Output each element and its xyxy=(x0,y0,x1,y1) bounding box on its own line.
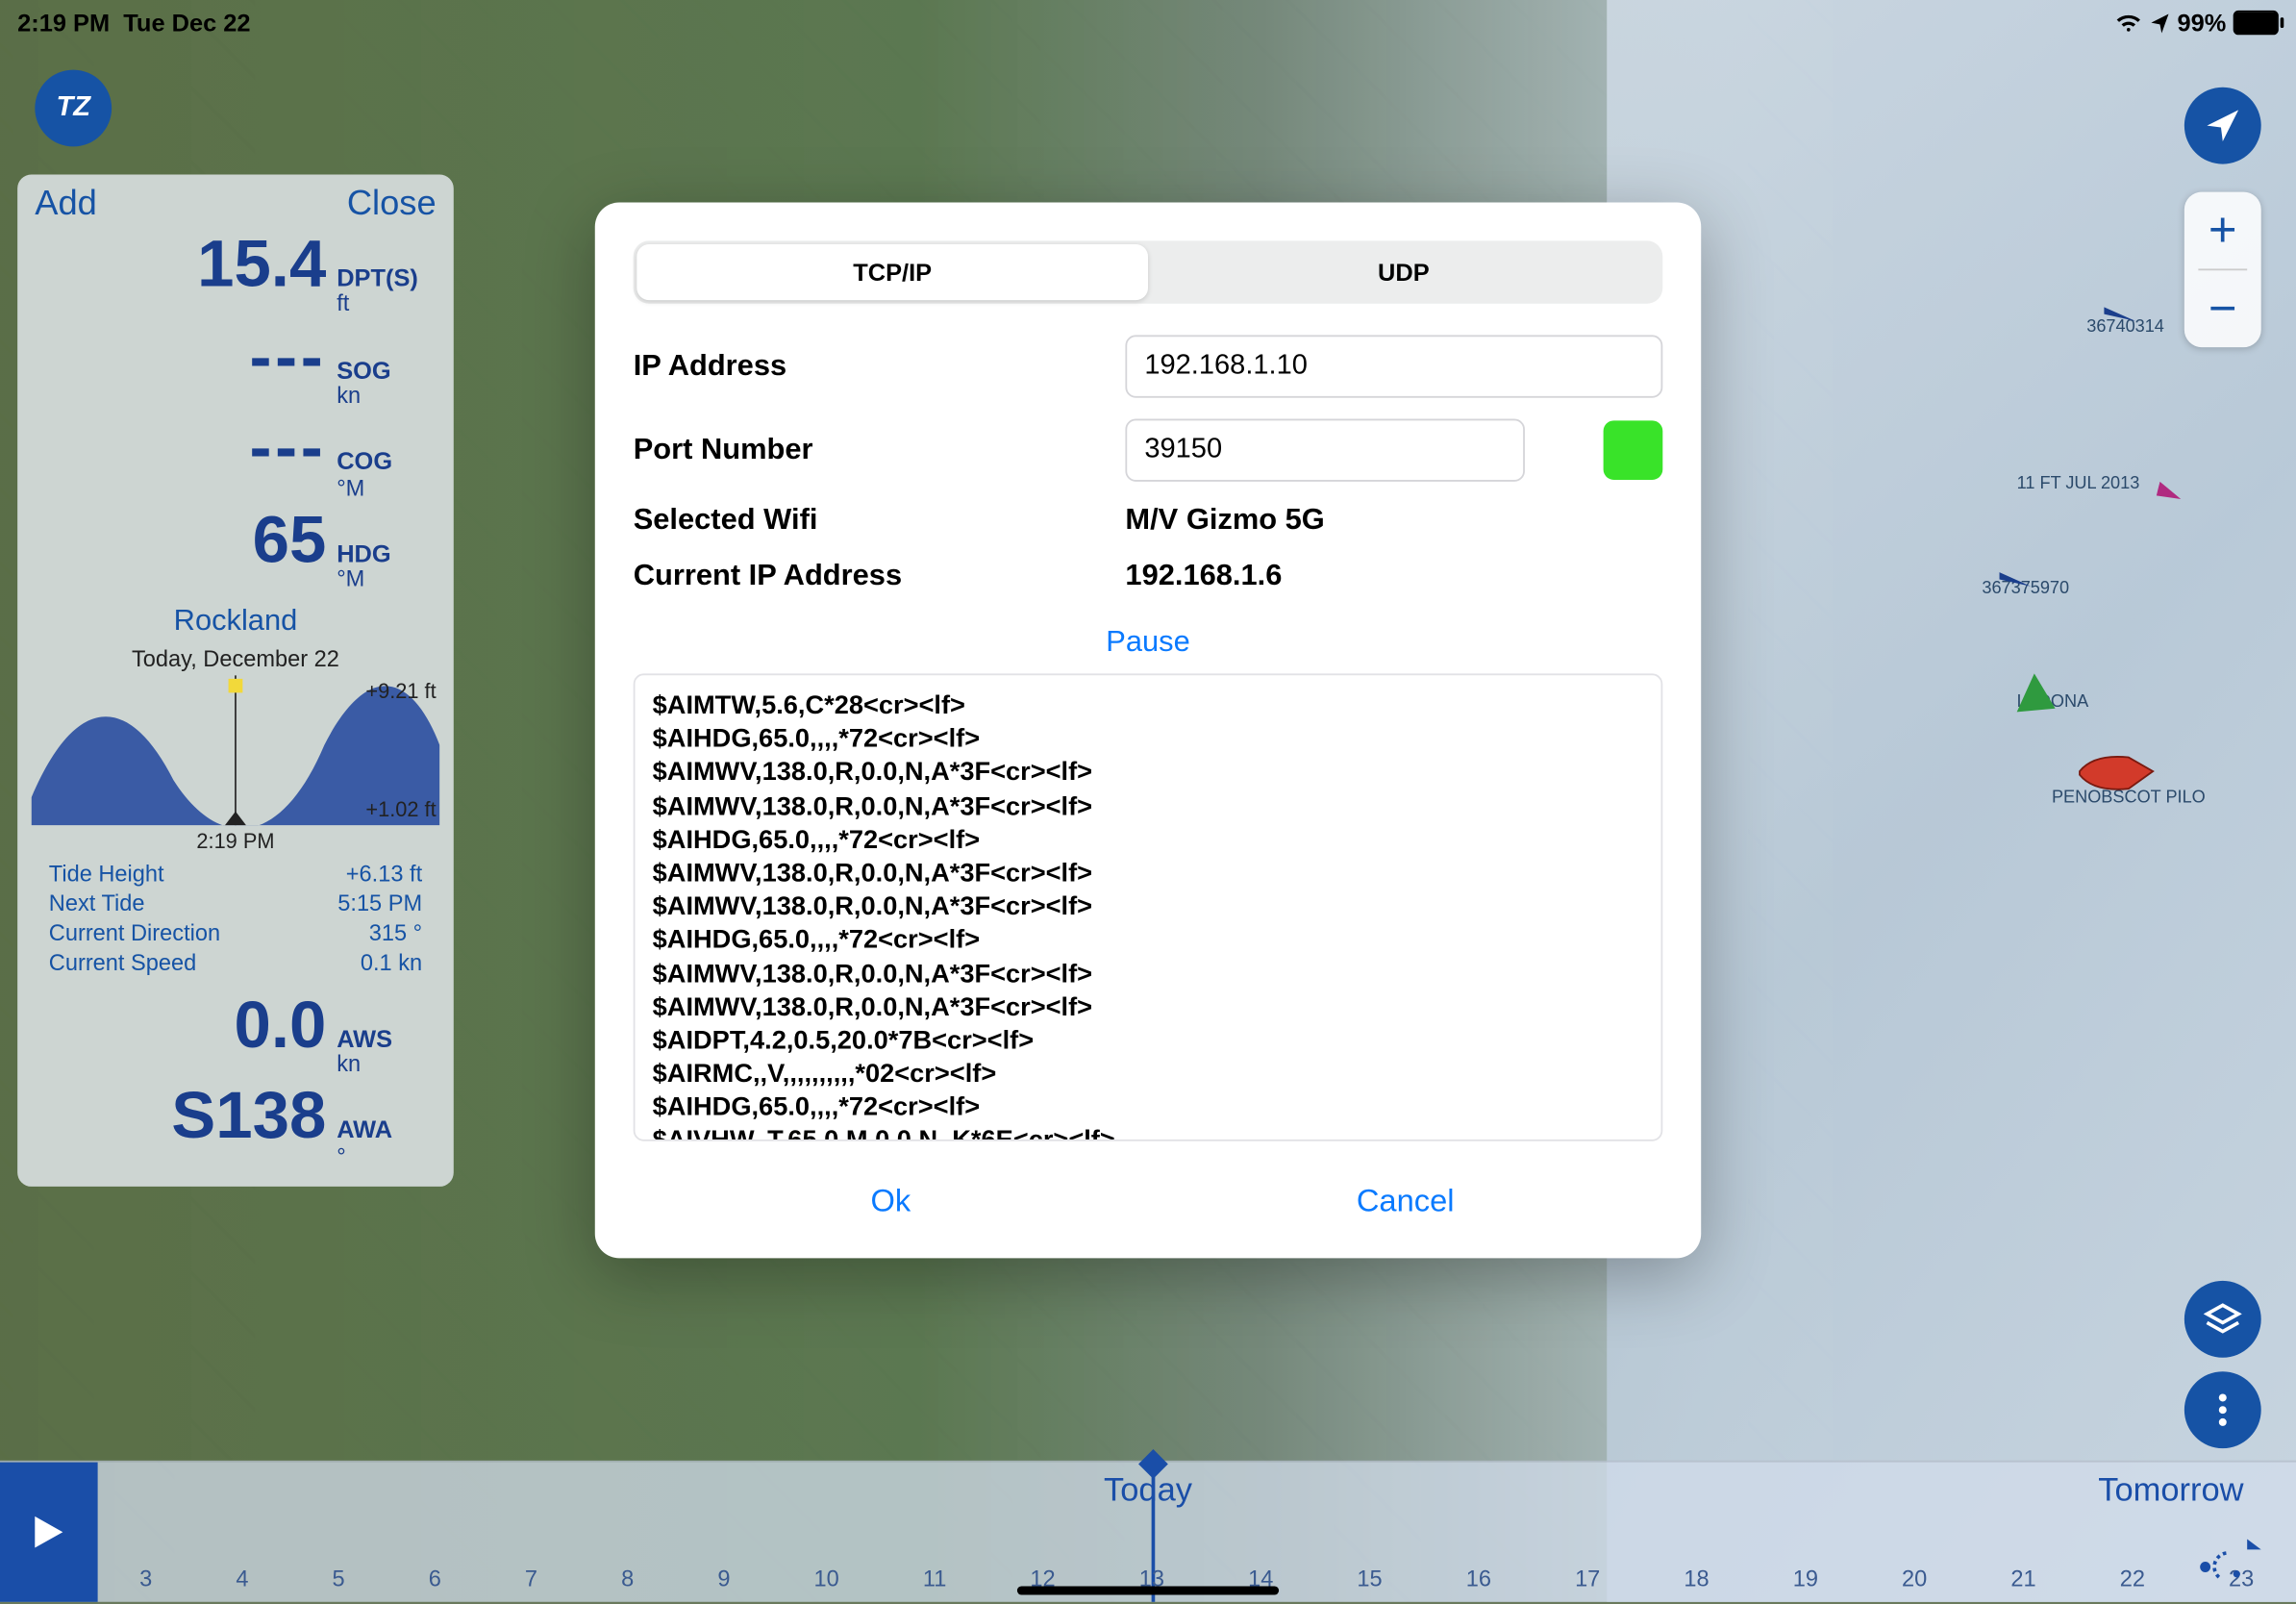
zoom-in-button[interactable]: + xyxy=(2184,192,2261,269)
navdata-awa[interactable]: S138 AWA° xyxy=(17,1077,454,1169)
time-bar[interactable]: Today Tomorrow 3456789101112131415161718… xyxy=(0,1461,2296,1602)
ok-button[interactable]: Ok xyxy=(634,1169,1148,1234)
location-icon xyxy=(2150,13,2171,34)
app-logo[interactable]: TZ xyxy=(35,70,112,147)
connection-dialog: TCP/IP UDP IP Address Port Number Select… xyxy=(595,202,1701,1258)
wifi-icon xyxy=(2114,13,2142,34)
tide-low-label: +1.02 ft xyxy=(365,797,436,821)
navdata-panel: Add Close 15.4 DPT(S)ft --- SOGkn --- CO… xyxy=(17,174,454,1187)
panel-close-button[interactable]: Close xyxy=(347,185,437,225)
ip-label: IP Address xyxy=(634,349,1105,384)
navdata-sog[interactable]: --- SOGkn xyxy=(17,317,454,410)
tide-info: Tide Height+6.13 ft Next Tide5:15 PM Cur… xyxy=(49,860,422,975)
tide-high-label: +9.21 ft xyxy=(365,678,436,702)
layers-button[interactable] xyxy=(2184,1281,2261,1358)
more-button[interactable] xyxy=(2184,1371,2261,1448)
timeline-today-label: Today xyxy=(1104,1473,1192,1512)
tide-date: Today, December 22 xyxy=(32,645,440,671)
timeline-tomorrow-label: Tomorrow xyxy=(2098,1473,2243,1512)
protocol-segmented: TCP/IP UDP xyxy=(634,240,1663,303)
navdata-hdg[interactable]: 65 HDG°M xyxy=(17,501,454,593)
play-button[interactable] xyxy=(0,1463,98,1602)
home-indicator[interactable] xyxy=(1017,1586,1279,1594)
panel-add-button[interactable]: Add xyxy=(35,185,97,225)
current-ip-label: Current IP Address xyxy=(634,559,1105,593)
port-label: Port Number xyxy=(634,433,1105,467)
zoom-out-button[interactable]: − xyxy=(2184,270,2261,347)
cancel-button[interactable]: Cancel xyxy=(1148,1169,1662,1234)
own-ship-icon xyxy=(2076,750,2156,795)
nmea-log[interactable]: $AIMTW,5.6,C*28<cr><lf> $AIHDG,65.0,,,,*… xyxy=(634,673,1663,1140)
tide-station-name[interactable]: Rockland xyxy=(17,603,454,638)
tab-udp[interactable]: UDP xyxy=(1148,244,1660,300)
battery-pct: 99% xyxy=(2178,9,2227,37)
current-ip-value: 192.168.1.6 xyxy=(1125,559,1662,593)
pause-button[interactable]: Pause xyxy=(634,625,1663,660)
weather-toggle-button[interactable] xyxy=(2178,1532,2261,1588)
navdata-dpt[interactable]: 15.4 DPT(S)ft xyxy=(17,225,454,317)
wifi-label: Selected Wifi xyxy=(634,503,1105,538)
ip-input[interactable] xyxy=(1125,335,1662,397)
navdata-cog[interactable]: --- COG°M xyxy=(17,409,454,501)
connection-status-indicator xyxy=(1604,420,1663,480)
tide-graph[interactable]: Today, December 22 +9.21 ft +1.02 ft 2:1… xyxy=(32,645,440,975)
status-date: Tue Dec 22 xyxy=(123,9,250,37)
navdata-aws[interactable]: 0.0 AWSkn xyxy=(17,986,454,1078)
tab-tcpip[interactable]: TCP/IP xyxy=(636,244,1148,300)
status-bar: 2:19 PM Tue Dec 22 99% xyxy=(0,0,2296,45)
status-time: 2:19 PM xyxy=(17,9,110,37)
zoom-control: + − xyxy=(2184,192,2261,347)
center-on-boat-button[interactable] xyxy=(2184,88,2261,164)
battery-icon xyxy=(2234,11,2279,35)
port-input[interactable] xyxy=(1125,419,1525,482)
tide-now-time: 2:19 PM xyxy=(196,828,274,852)
wifi-value: M/V Gizmo 5G xyxy=(1125,503,1662,538)
